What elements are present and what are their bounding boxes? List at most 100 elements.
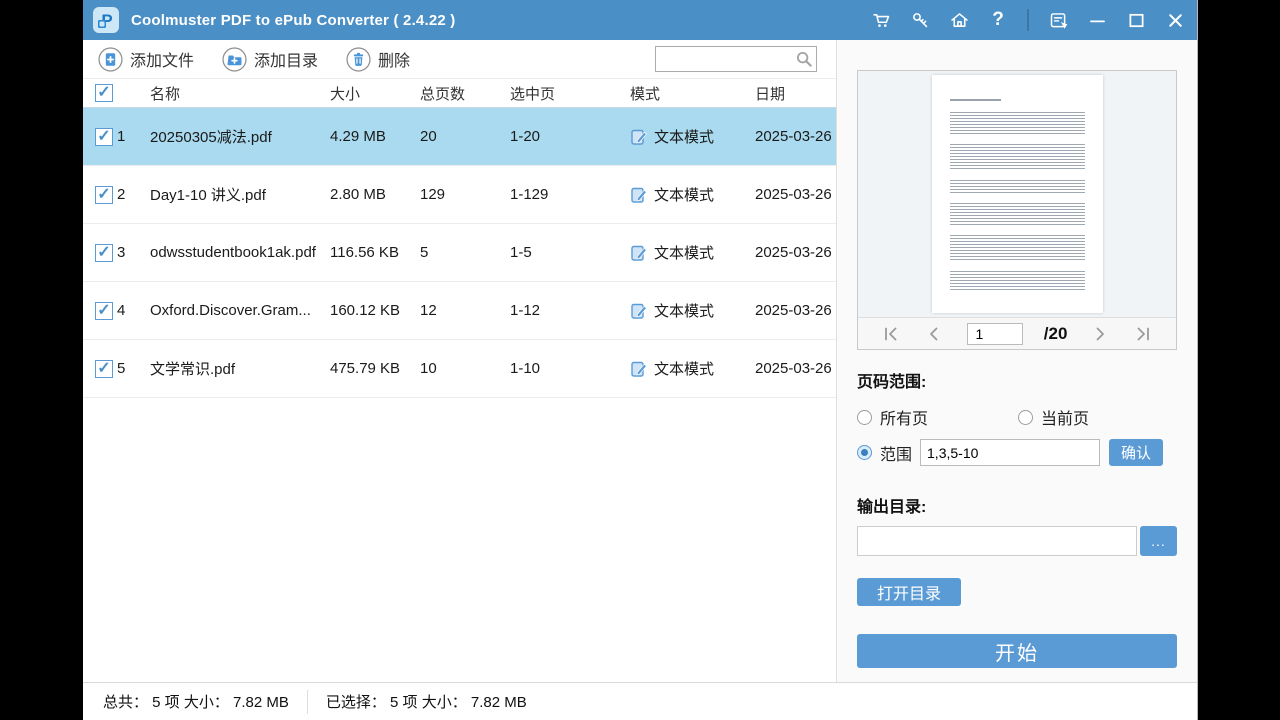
output-dir-title: 输出目录: (857, 493, 1177, 517)
add-folder-button[interactable]: 添加目录 (222, 47, 318, 72)
file-date: 2025-03-26 (755, 360, 840, 377)
window-title: Coolmuster PDF to ePub Converter ( 2.4.2… (131, 12, 456, 29)
next-page-button[interactable] (1089, 323, 1111, 345)
browse-button[interactable]: ... (1140, 526, 1177, 556)
range-input[interactable] (920, 439, 1100, 466)
add-file-button[interactable]: 添加文件 (98, 47, 194, 72)
header-name[interactable]: 名称 (150, 83, 330, 104)
mode-label: 文本模式 (654, 300, 714, 321)
header-pages[interactable]: 总页数 (420, 83, 510, 104)
row-checkbox[interactable]: ✓ (95, 244, 113, 262)
last-page-button[interactable] (1132, 323, 1154, 345)
file-date: 2025-03-26 (755, 244, 840, 261)
header-selected[interactable]: 选中页 (510, 83, 630, 104)
range-radio[interactable]: 范围 (857, 441, 912, 465)
row-checkbox[interactable]: ✓ (95, 302, 113, 320)
delete-icon (346, 47, 371, 72)
file-name: 20250305减法.pdf (150, 126, 330, 147)
file-selected-pages: 1-5 (510, 244, 630, 261)
maximize-icon[interactable] (1124, 8, 1148, 32)
delete-button[interactable]: 删除 (346, 47, 410, 72)
titlebar-separator (1027, 9, 1029, 31)
row-index: 5 (117, 360, 150, 377)
file-name: Day1-10 讲义.pdf (150, 184, 330, 205)
add-folder-label: 添加目录 (254, 47, 318, 71)
edit-mode-icon[interactable] (630, 360, 648, 378)
range-label: 范围 (880, 441, 912, 465)
row-index: 4 (117, 302, 150, 319)
edit-mode-icon[interactable] (630, 128, 648, 146)
row-index: 3 (117, 244, 150, 261)
file-size: 116.56 KB (330, 244, 420, 261)
key-icon[interactable] (908, 8, 932, 32)
add-folder-icon (222, 47, 247, 72)
search-box (655, 46, 817, 72)
mode-label: 文本模式 (654, 242, 714, 263)
preview-pager: /20 (858, 317, 1176, 349)
mode-label: 文本模式 (654, 126, 714, 147)
all-pages-radio-circle[interactable] (857, 410, 872, 425)
file-total-pages: 20 (420, 128, 510, 145)
prev-page-button[interactable] (923, 323, 945, 345)
table-row[interactable]: ✓ 4 Oxford.Discover.Gram... 160.12 KB 12… (83, 282, 836, 340)
file-date: 2025-03-26 (755, 302, 840, 319)
file-selected-pages: 1-10 (510, 360, 630, 377)
status-separator (307, 690, 308, 714)
cart-icon[interactable] (869, 8, 893, 32)
file-date: 2025-03-26 (755, 128, 840, 145)
row-index: 2 (117, 186, 150, 203)
edit-mode-icon[interactable] (630, 186, 648, 204)
file-name: odwsstudentbook1ak.pdf (150, 244, 330, 261)
edit-mode-icon[interactable] (630, 302, 648, 320)
app-window: P Coolmuster PDF to ePub Converter ( 2.4… (83, 0, 1198, 720)
close-icon[interactable] (1163, 8, 1187, 32)
row-checkbox[interactable]: ✓ (95, 186, 113, 204)
row-checkbox[interactable]: ✓ (95, 360, 113, 378)
preview-box: /20 (857, 70, 1177, 350)
current-page-label: 当前页 (1041, 405, 1089, 429)
header-date[interactable]: 日期 (755, 83, 840, 104)
help-icon[interactable]: ? (986, 8, 1010, 32)
mode-label: 文本模式 (654, 358, 714, 379)
file-list-pane: 添加文件 添加目录 (83, 40, 836, 682)
file-name: 文学常识.pdf (150, 358, 330, 379)
table-row[interactable]: ✓ 5 文学常识.pdf 475.79 KB 10 1-10 文本模式 2025… (83, 340, 836, 398)
page-range-title: 页码范围: (857, 368, 1177, 392)
select-all-checkbox[interactable]: ✓ (95, 84, 113, 102)
pdf-page-thumbnail (932, 75, 1103, 313)
mode-label: 文本模式 (654, 184, 714, 205)
table-row[interactable]: ✓ 1 20250305减法.pdf 4.29 MB 20 1-20 文本模式 … (83, 108, 836, 166)
current-page-input[interactable] (967, 323, 1023, 345)
title-bar: P Coolmuster PDF to ePub Converter ( 2.4… (83, 0, 1197, 40)
open-directory-button[interactable]: 打开目录 (857, 578, 961, 606)
minimize-icon[interactable] (1085, 8, 1109, 32)
file-selected-pages: 1-129 (510, 186, 630, 203)
pdf-preview[interactable] (858, 71, 1176, 317)
confirm-button[interactable]: 确认 (1109, 439, 1163, 466)
search-input[interactable] (656, 47, 795, 71)
table-row[interactable]: ✓ 2 Day1-10 讲义.pdf 2.80 MB 129 1-129 文本模… (83, 166, 836, 224)
current-page-radio[interactable]: 当前页 (1018, 405, 1089, 429)
table-header: ✓ 名称 大小 总页数 选中页 模式 日期 (83, 79, 836, 108)
status-selected: 已选择： 5 项 大小： 7.82 MB (326, 691, 527, 712)
home-icon[interactable] (947, 8, 971, 32)
file-size: 2.80 MB (330, 186, 420, 203)
file-total-pages: 10 (420, 360, 510, 377)
table-row[interactable]: ✓ 3 odwsstudentbook1ak.pdf 116.56 KB 5 1… (83, 224, 836, 282)
file-size: 4.29 MB (330, 128, 420, 145)
register-icon[interactable] (1046, 8, 1070, 32)
settings-panel: /20 页码范围: 所有页 (836, 40, 1197, 682)
output-path-input[interactable] (857, 526, 1137, 556)
header-mode[interactable]: 模式 (630, 83, 755, 104)
first-page-button[interactable] (880, 323, 902, 345)
header-size[interactable]: 大小 (330, 83, 420, 104)
range-radio-circle[interactable] (857, 445, 872, 460)
add-file-label: 添加文件 (130, 47, 194, 71)
current-page-radio-circle[interactable] (1018, 410, 1033, 425)
start-button[interactable]: 开始 (857, 634, 1177, 668)
all-pages-radio[interactable]: 所有页 (857, 405, 1018, 429)
edit-mode-icon[interactable] (630, 244, 648, 262)
row-checkbox[interactable]: ✓ (95, 128, 113, 146)
file-list: ✓ 1 20250305减法.pdf 4.29 MB 20 1-20 文本模式 … (83, 108, 836, 398)
delete-label: 删除 (378, 47, 410, 71)
